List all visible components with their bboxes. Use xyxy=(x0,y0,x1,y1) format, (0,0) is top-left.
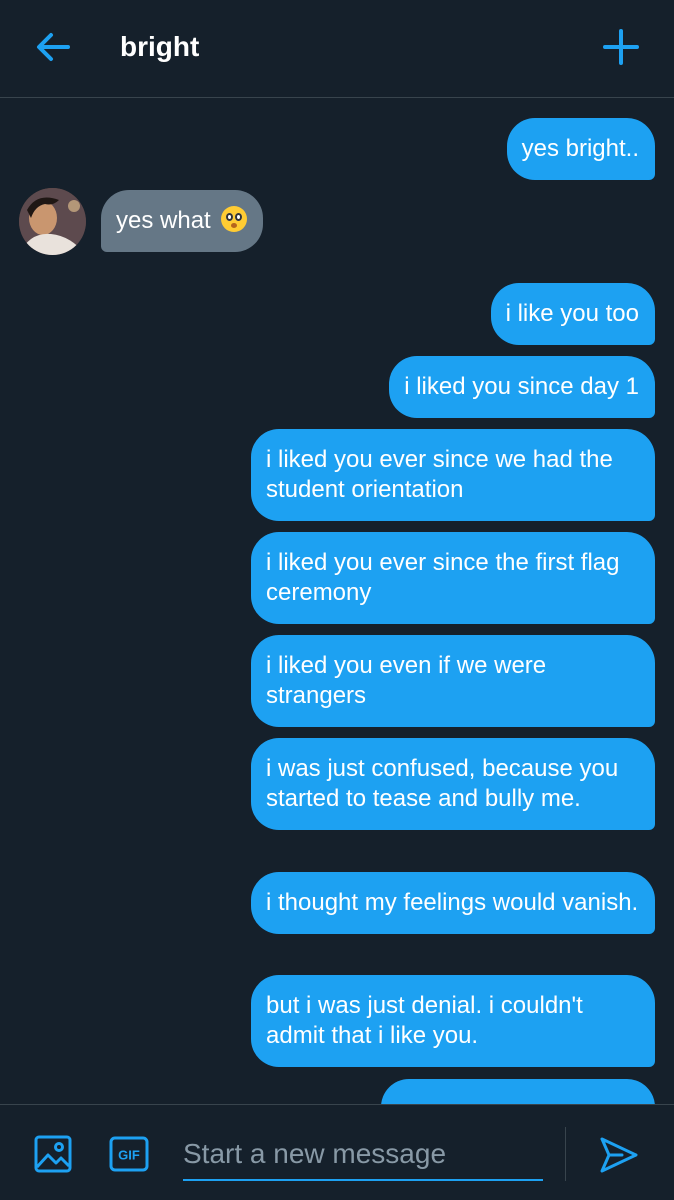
message-bubble-sent[interactable]: i liked you since day 1 xyxy=(389,356,655,418)
message-bubble-sent[interactable]: yes bright.. xyxy=(506,118,655,180)
message-bubble-received[interactable]: yes what xyxy=(101,190,264,252)
composer-divider xyxy=(565,1127,566,1181)
message-composer: GIF xyxy=(0,1104,674,1200)
message-input-wrapper xyxy=(183,1131,543,1181)
add-image-button[interactable] xyxy=(34,1135,72,1173)
send-icon xyxy=(600,1137,638,1173)
message-bubble-sent[interactable]: i liked you ever since we had the studen… xyxy=(251,429,655,521)
plus-icon xyxy=(603,29,639,65)
message-bubble-sent[interactable]: i liked you ever since the first flag ce… xyxy=(251,532,655,624)
message-bubble-sent[interactable]: i like you too xyxy=(490,283,655,345)
back-arrow-icon xyxy=(37,33,70,61)
add-gif-button[interactable]: GIF xyxy=(109,1136,149,1172)
conversation-title[interactable]: bright xyxy=(120,29,199,65)
add-participant-button[interactable] xyxy=(598,24,644,70)
message-bubble-sent[interactable]: i was just confused, because you started… xyxy=(251,738,655,830)
message-bubble-sent[interactable]: i thought my feelings would vanish. xyxy=(251,872,655,934)
message-input[interactable] xyxy=(183,1131,543,1177)
message-bubble-sent-partial[interactable] xyxy=(381,1079,655,1104)
message-thread[interactable]: yes bright.. yes what i like you too i l… xyxy=(0,98,674,1104)
dm-conversation-screen: bright yes bright.. yes what i like you … xyxy=(0,0,674,1200)
gif-label: GIF xyxy=(118,1148,140,1163)
image-icon xyxy=(34,1135,72,1173)
avatar[interactable] xyxy=(19,188,86,255)
back-button[interactable] xyxy=(30,24,76,70)
send-button[interactable] xyxy=(598,1135,640,1175)
message-bubble-sent[interactable]: i liked you even if we were strangers xyxy=(251,635,655,727)
message-text: yes what xyxy=(116,207,211,234)
flushed-face-emoji xyxy=(221,206,248,232)
conversation-header: bright xyxy=(0,0,674,98)
avatar-photo xyxy=(19,188,86,255)
message-bubble-sent[interactable]: but i was just denial. i couldn't admit … xyxy=(251,975,655,1067)
gif-icon: GIF xyxy=(109,1136,149,1172)
